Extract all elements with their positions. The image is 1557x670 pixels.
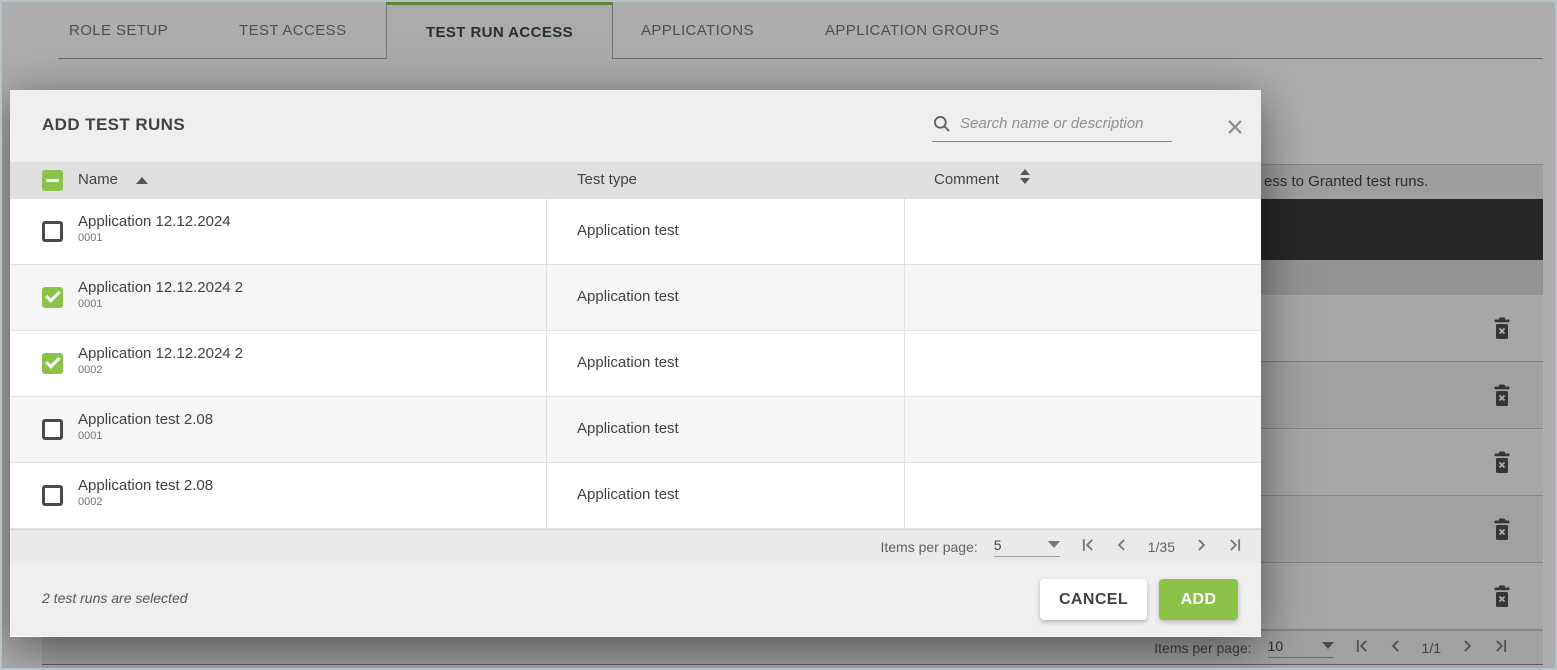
test-run-name: Application 12.12.2024 2 bbox=[78, 345, 243, 362]
column-divider bbox=[904, 331, 905, 396]
column-divider bbox=[546, 397, 547, 462]
column-divider bbox=[904, 463, 905, 528]
test-run-type: Application test bbox=[577, 420, 679, 437]
column-header-test-type[interactable]: Test type bbox=[577, 171, 637, 188]
test-run-row[interactable]: Application test 2.08 0001 Application te… bbox=[10, 397, 1261, 463]
column-divider bbox=[546, 331, 547, 396]
page-size-value: 5 bbox=[994, 537, 1002, 553]
test-run-code: 0002 bbox=[78, 496, 213, 508]
row-checkbox[interactable] bbox=[42, 485, 63, 506]
row-checkbox[interactable] bbox=[42, 353, 63, 374]
test-run-name: Application test 2.08 bbox=[78, 411, 213, 428]
column-header-comment[interactable]: Comment bbox=[934, 171, 999, 188]
test-run-row[interactable]: Application test 2.08 0002 Application te… bbox=[10, 463, 1261, 529]
test-run-table-body: Application 12.12.2024 0001 Application t… bbox=[10, 199, 1261, 529]
close-icon bbox=[1225, 117, 1245, 137]
test-run-code: 0001 bbox=[78, 298, 243, 310]
test-run-code: 0002 bbox=[78, 364, 243, 376]
column-divider bbox=[904, 265, 905, 330]
cancel-button[interactable]: CANCEL bbox=[1040, 579, 1147, 620]
column-divider bbox=[546, 463, 547, 528]
test-run-row[interactable]: Application 12.12.2024 2 0002 Application… bbox=[10, 331, 1261, 397]
page-indicator: 1/35 bbox=[1148, 539, 1175, 555]
dialog-pagination: Items per page: 5 1/35 bbox=[10, 529, 1261, 563]
first-page-button[interactable] bbox=[1076, 535, 1100, 559]
test-run-name: Application test 2.08 bbox=[78, 477, 213, 494]
search-input[interactable] bbox=[960, 115, 1172, 132]
table-header-row: Name Test type Comment bbox=[10, 162, 1261, 199]
column-divider bbox=[546, 199, 547, 264]
dialog-title: ADD TEST RUNS bbox=[42, 115, 185, 135]
sort-both-icon bbox=[1020, 169, 1030, 184]
dialog-header: ADD TEST RUNS bbox=[10, 90, 1261, 162]
test-run-code: 0001 bbox=[78, 430, 213, 442]
page-size-select[interactable]: 5 bbox=[994, 537, 1060, 557]
last-page-icon bbox=[1225, 535, 1245, 555]
chevron-left-icon bbox=[1112, 535, 1132, 555]
test-run-row[interactable]: Application 12.12.2024 0001 Application t… bbox=[10, 199, 1261, 265]
search-box[interactable] bbox=[932, 106, 1172, 142]
column-divider bbox=[904, 397, 905, 462]
test-run-name: Application 12.12.2024 bbox=[78, 213, 231, 230]
screen: ROLE SETUPTEST ACCESSTEST RUN ACCESSAPPL… bbox=[0, 0, 1557, 670]
chevron-down-icon bbox=[1048, 541, 1060, 548]
close-button[interactable] bbox=[1222, 115, 1248, 141]
test-run-name: Application 12.12.2024 2 bbox=[78, 279, 243, 296]
test-run-row[interactable]: Application 12.12.2024 2 0001 Application… bbox=[10, 265, 1261, 331]
test-run-code: 0001 bbox=[78, 232, 231, 244]
row-checkbox[interactable] bbox=[42, 287, 63, 308]
chevron-right-icon bbox=[1191, 535, 1211, 555]
next-page-button[interactable] bbox=[1189, 535, 1213, 559]
test-run-type: Application test bbox=[577, 354, 679, 371]
add-button[interactable]: ADD bbox=[1159, 579, 1238, 620]
column-divider bbox=[904, 199, 905, 264]
test-run-type: Application test bbox=[577, 222, 679, 239]
prev-page-button[interactable] bbox=[1110, 535, 1134, 559]
column-header-name[interactable]: Name bbox=[78, 171, 118, 188]
column-divider bbox=[546, 265, 547, 330]
select-all-checkbox[interactable] bbox=[42, 170, 63, 191]
first-page-icon bbox=[1078, 535, 1098, 555]
sort-asc-icon bbox=[136, 177, 148, 184]
row-checkbox[interactable] bbox=[42, 221, 63, 242]
test-run-type: Application test bbox=[577, 486, 679, 503]
selection-summary: 2 test runs are selected bbox=[42, 590, 188, 606]
search-icon bbox=[932, 114, 952, 134]
add-test-runs-dialog: ADD TEST RUNS Name Test type Comment App… bbox=[10, 90, 1261, 637]
items-per-page-label: Items per page: bbox=[880, 539, 977, 555]
dialog-footer: 2 test runs are selected CANCEL ADD bbox=[10, 563, 1261, 636]
pagination-nav: 1/35 bbox=[1076, 535, 1247, 559]
row-checkbox[interactable] bbox=[42, 419, 63, 440]
last-page-button[interactable] bbox=[1223, 535, 1247, 559]
test-run-type: Application test bbox=[577, 288, 679, 305]
